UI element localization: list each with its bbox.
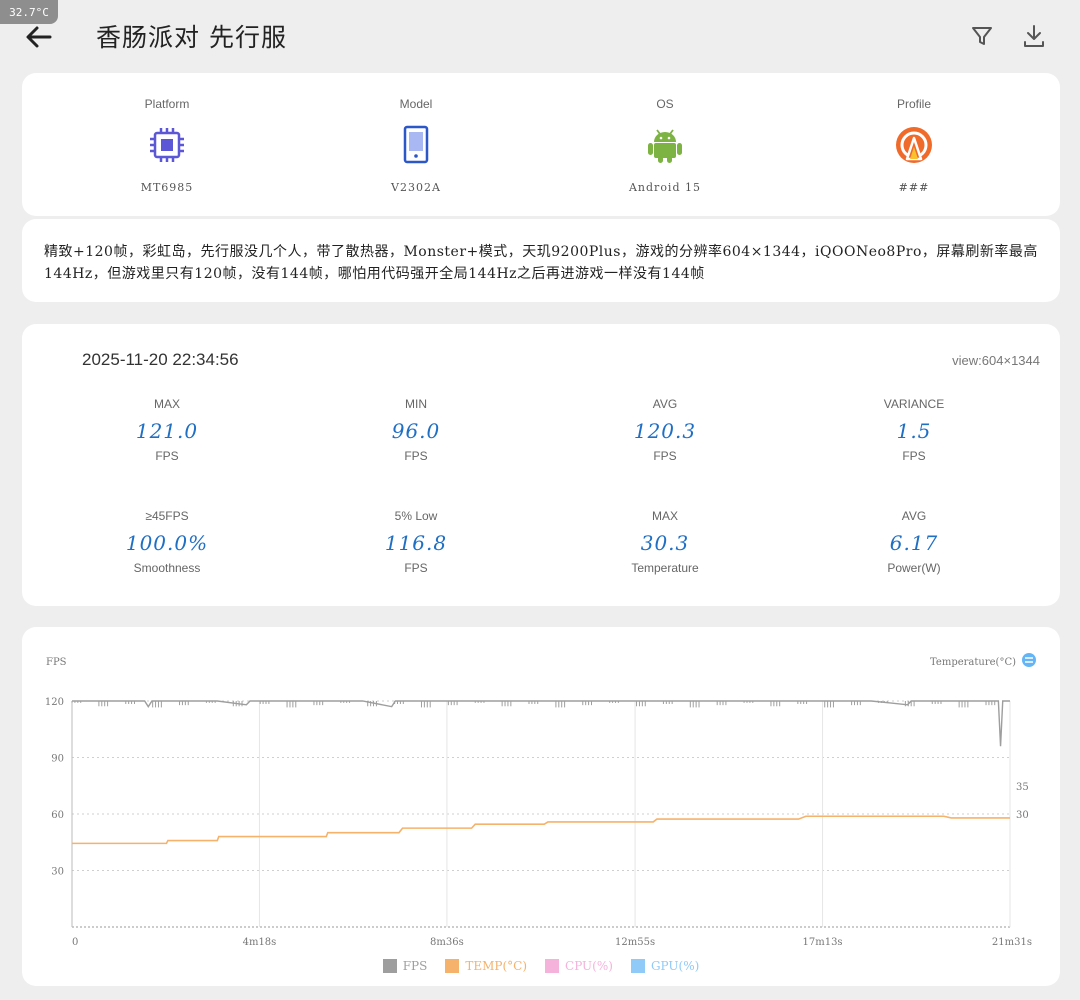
legend-label: GPU(%) [650,959,700,973]
platform-label: Platform [144,97,190,111]
stat-unit: FPS [404,449,428,463]
right-tick-label: 30 [1016,810,1029,821]
stat-value: 6.17 [889,531,939,555]
stat-avg-power: AVG 6.17 Power(W) [814,509,1014,575]
legend-swatch-gpu [630,959,645,973]
stat-max-temperature: MAX 30.3 Temperature [565,509,765,575]
y-tick-label: 120 [45,697,64,708]
legend-swatch-fps [382,959,397,973]
stat-value: 100.0% [125,531,209,555]
stat-value: 121.0 [135,419,199,443]
app-header: 香肠派对 先行服 [0,0,1080,72]
stat-min-fps: MIN 96.0 FPS [316,397,516,463]
profile-value: ### [898,181,930,194]
x-tick-label: 4m18s [243,937,277,948]
stat-unit: FPS [902,449,926,463]
stat-unit: Smoothness [133,561,201,575]
phone-icon [403,125,429,164]
stat-smoothness: ≥45FPS 100.0% Smoothness [67,509,267,575]
x-tick-label: 12m55s [615,937,655,948]
y-tick-label: 60 [51,810,64,821]
stat-unit: FPS [155,449,179,463]
stat-unit: Power(W) [887,561,941,575]
stat-value: 1.5 [896,419,932,443]
stat-max-fps: MAX 121.0 FPS [67,397,267,463]
page-title: 香肠派对 先行服 [96,23,287,52]
performance-chart: FPS Temperature(°C) 120 90 60 30 35 30 0 4m18s 8… [45,653,1036,948]
legend-temp[interactable]: TEMP(°C) [445,959,527,973]
right-tick-label: 35 [1016,782,1029,793]
platform-value: MT6985 [140,181,194,194]
profile-column: Profile ### [804,73,1024,216]
stat-5pct-low: 5% Low 116.8 FPS [316,509,516,575]
legend-gpu[interactable]: GPU(%) [630,959,700,973]
y-tick-label: 30 [51,867,64,878]
temp-series-line [72,815,1010,845]
os-column: OS Android 15 [555,73,775,216]
record-date: 2025-11-20 22:34:56 [82,350,239,369]
download-icon[interactable] [1020,22,1048,50]
stat-unit: Temperature [631,561,699,575]
right-axis-label: Temperature(°C) [930,657,1016,668]
left-axis-label: FPS [46,657,67,668]
os-label: OS [656,97,674,111]
note-card: 精致+120帧，彩虹岛，先行服没几个人，带了散热器，Monster+模式，天玑9… [22,219,1060,302]
fps-series-line [72,700,1010,747]
legend-cpu[interactable]: CPU(%) [545,959,613,973]
legend-label: TEMP(°C) [465,959,528,973]
model-label: Model [399,97,433,111]
stat-label: ≥45FPS [145,509,189,523]
stats-card: 2025-11-20 22:34:56 view:604×1344 MAX 12… [22,324,1060,606]
stat-label: AVG [901,509,927,523]
stat-label: AVG [652,397,678,411]
stat-unit: FPS [404,561,428,575]
stat-value: 116.8 [384,531,448,555]
device-info-card: Platform MT6985 Model V2302A OS Android … [22,73,1060,216]
stat-label: MIN [405,397,427,411]
android-icon [648,129,682,163]
stat-unit: FPS [653,449,677,463]
chip-icon [150,128,184,162]
model-column: Model V2302A [306,73,526,216]
profile-icon [896,127,932,163]
legend-swatch-temp [445,959,460,973]
stat-label: MAX [651,509,678,523]
stat-label: 5% Low [394,509,438,523]
y-tick-label: 90 [51,754,64,765]
os-value: Android 15 [628,181,701,194]
stat-avg-fps: AVG 120.3 FPS [565,397,765,463]
stat-label: MAX [153,397,180,411]
x-tick-label: 0 [72,937,78,948]
platform-column: Platform MT6985 [57,73,277,216]
stat-value: 96.0 [391,419,441,443]
legend-label: CPU(%) [565,959,613,973]
stat-value: 120.3 [633,419,697,443]
legend-swatch-cpu [545,959,560,973]
x-tick-label: 17m13s [803,937,843,948]
swap-axis-icon[interactable] [1022,653,1036,667]
chart-legend: FPS TEMP(°C) CPU(%) GPU(%) [22,959,1060,973]
model-value: V2302A [391,181,441,194]
stat-label: VARIANCE [883,397,945,411]
view-resolution: view:604×1344 [952,353,1040,368]
stat-value: 30.3 [640,531,690,555]
chart-card: FPS Temperature(°C) 120 90 60 30 35 30 0 4m18s 8… [22,627,1060,986]
x-tick-label: 8m36s [430,937,464,948]
filter-icon[interactable] [968,22,996,50]
note-text: 精致+120帧，彩虹岛，先行服没几个人，带了散热器，Monster+模式，天玑9… [44,244,1038,282]
legend-fps[interactable]: FPS [382,959,428,973]
back-arrow-icon[interactable] [22,20,56,54]
profile-label: Profile [896,97,931,111]
x-tick-label: 21m31s [992,937,1032,948]
stat-variance: VARIANCE 1.5 FPS [814,397,1014,463]
legend-label: FPS [402,959,428,973]
